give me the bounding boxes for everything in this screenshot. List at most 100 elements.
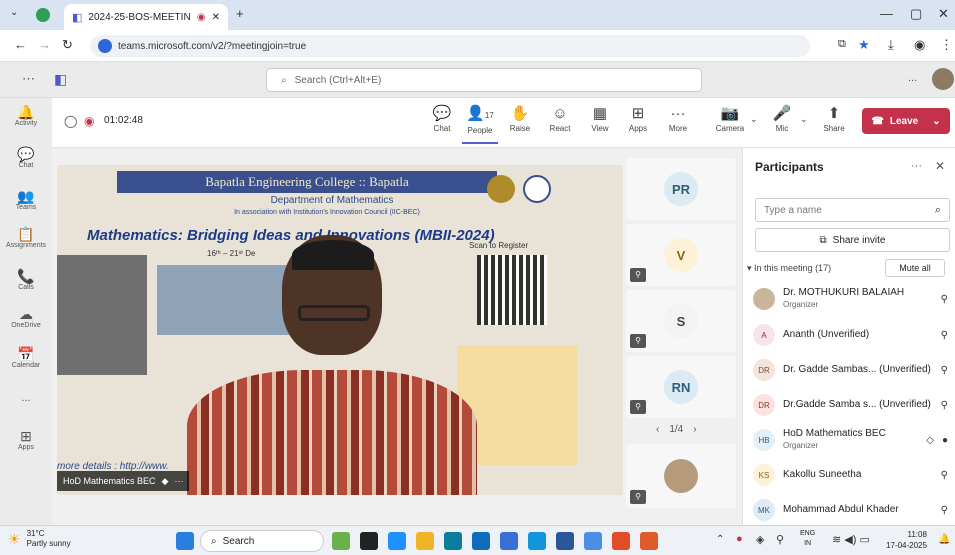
- panel-more-icon[interactable]: ···: [911, 160, 922, 172]
- app-icon[interactable]: [612, 532, 630, 550]
- leave-chevron-icon[interactable]: ⌄: [932, 116, 940, 127]
- install-app-icon[interactable]: ⧉: [838, 38, 846, 51]
- tab-menu-icon[interactable]: ⌄: [10, 7, 18, 18]
- tile-more-icon[interactable]: ···: [174, 476, 183, 486]
- pager-next-icon[interactable]: ›: [693, 424, 696, 435]
- download-icon[interactable]: ⤓: [888, 37, 894, 53]
- participant-tile[interactable]: RN ⚲: [626, 356, 736, 418]
- pin-icon[interactable]: ◆: [162, 476, 169, 487]
- browser-tab[interactable]: ◧ 2024-25-BOS-MEETING ON ◉ ✕: [64, 4, 228, 30]
- app-launcher-icon[interactable]: ⋯: [22, 71, 35, 87]
- tray-app-icon[interactable]: ⚲: [776, 533, 784, 546]
- tab-close-icon[interactable]: ✕: [212, 12, 220, 23]
- app-icon[interactable]: [360, 532, 378, 550]
- participant-row[interactable]: HB HoD Mathematics BEC Organizer ◇ ●: [753, 423, 948, 457]
- participant-search-input[interactable]: Type a name ⌕: [755, 198, 950, 222]
- rail-item-calendar[interactable]: 📅 Calendar: [0, 346, 52, 369]
- mic-options-chevron-icon[interactable]: ⌄: [800, 114, 808, 125]
- participant-tile[interactable]: V ⚲: [626, 224, 736, 286]
- rail-item-apps[interactable]: ⊞ Apps: [0, 428, 52, 451]
- rail-item-assignments[interactable]: 📋 Assignments: [0, 226, 52, 249]
- apps-button[interactable]: ⊞ Apps: [620, 104, 656, 133]
- participant-row[interactable]: MK Mohammad Abdul Khader ⚲: [753, 493, 948, 527]
- chat-button[interactable]: 💬 Chat: [424, 104, 460, 133]
- tray-app-icon[interactable]: ●: [736, 533, 743, 545]
- pin-icon[interactable]: ◇: [926, 435, 934, 446]
- avatar: S: [664, 304, 698, 338]
- search-input[interactable]: ⌕ Search (Ctrl+Alt+E): [266, 68, 702, 92]
- start-icon[interactable]: [176, 532, 194, 550]
- camera-button[interactable]: 📷 Camera: [712, 104, 748, 133]
- bookmark-star-icon[interactable]: ★: [858, 37, 870, 53]
- main-video[interactable]: Bapatla Engineering College :: Bapatla D…: [57, 165, 623, 495]
- meeting-section-toggle[interactable]: ▾ In this meeting (17): [747, 263, 831, 274]
- edge-icon[interactable]: [444, 532, 462, 550]
- rail-item-calls[interactable]: 📞 Calls: [0, 268, 52, 291]
- taskbar-search[interactable]: ⌕ Search: [200, 530, 324, 552]
- react-button[interactable]: ☺ React: [542, 104, 578, 133]
- maximize-button[interactable]: ▢: [910, 6, 922, 22]
- view-button[interactable]: ▦ View: [582, 104, 618, 133]
- forward-icon[interactable]: →: [38, 37, 51, 52]
- participant-row[interactable]: DR Dr.Gadde Samba s... (Unverified) ⚲: [753, 388, 948, 422]
- more-options-icon[interactable]: ...: [908, 72, 917, 84]
- avatar: KS: [753, 464, 775, 486]
- more-button[interactable]: ··· More: [660, 104, 696, 133]
- participant-tile[interactable]: S ⚲: [626, 290, 736, 352]
- raise-hand-button[interactable]: ✋ Raise: [502, 104, 538, 133]
- reload-icon[interactable]: ↻: [62, 37, 73, 53]
- app-icon[interactable]: [500, 532, 518, 550]
- minimize-button[interactable]: —: [880, 6, 893, 21]
- rail-item-chat[interactable]: 💬 Chat: [0, 146, 52, 169]
- site-info-icon[interactable]: [98, 39, 112, 53]
- app-icon[interactable]: [556, 532, 574, 550]
- browser-menu-icon[interactable]: ⋮: [940, 37, 953, 53]
- camera-options-chevron-icon[interactable]: ⌄: [750, 114, 758, 125]
- share-invite-button[interactable]: ⧉ Share invite: [755, 228, 950, 252]
- weather-widget[interactable]: ☀ 31°C Partly sunny: [8, 529, 71, 549]
- participant-row[interactable]: DR Dr. Gadde Sambas... (Unverified) ⚲: [753, 353, 948, 387]
- share-button[interactable]: ⬆ Share: [816, 104, 852, 133]
- participant-row[interactable]: A Ananth (Unverified) ⚲: [753, 318, 948, 352]
- back-icon[interactable]: ←: [14, 37, 27, 52]
- wifi-volume-battery-icon[interactable]: ≋ ◀) ▭: [832, 533, 870, 546]
- panel-title: Participants: [755, 160, 824, 174]
- profile-icon[interactable]: [36, 8, 50, 22]
- app-icon[interactable]: [472, 532, 490, 550]
- close-window-button[interactable]: ✕: [938, 6, 949, 22]
- notification-bell-icon[interactable]: 🔔: [938, 534, 950, 545]
- panel-close-icon[interactable]: ✕: [935, 159, 945, 173]
- new-tab-button[interactable]: +: [236, 6, 244, 21]
- user-avatar[interactable]: [932, 68, 954, 90]
- mic-off-icon: ⚲: [940, 364, 948, 376]
- tray-chevron-icon[interactable]: ⌃: [716, 534, 724, 545]
- account-icon[interactable]: ◉: [914, 37, 925, 53]
- leave-button[interactable]: ☎ Leave ⌄: [862, 108, 950, 134]
- pager-prev-icon[interactable]: ‹: [656, 424, 659, 435]
- app-icon[interactable]: [388, 532, 406, 550]
- rail-item-teams[interactable]: 👥 Teams: [0, 188, 52, 211]
- app-icon[interactable]: [528, 532, 546, 550]
- app-icon[interactable]: [332, 532, 350, 550]
- clock[interactable]: 11:08 17-04-2025: [886, 529, 927, 551]
- rail-item-activity[interactable]: 🔔 Activity: [0, 104, 52, 127]
- phone-hangup-icon: ☎: [871, 115, 884, 127]
- participant-row[interactable]: Dr. MOTHUKURI BALAIAH Organizer ⚲: [753, 282, 948, 316]
- mute-all-button[interactable]: Mute all: [885, 259, 945, 277]
- url-field[interactable]: teams.microsoft.com/v2/?meetingjoin=true: [90, 35, 810, 57]
- app-icon[interactable]: [640, 532, 658, 550]
- mic-button[interactable]: 🎤 Mic: [764, 104, 800, 133]
- tray-app-icon[interactable]: ◈: [756, 533, 764, 546]
- people-button[interactable]: 👤17 People: [462, 104, 498, 144]
- file-explorer-icon[interactable]: [416, 532, 434, 550]
- participant-row[interactable]: KS Kakollu Suneetha ⚲: [753, 458, 948, 492]
- chrome-icon[interactable]: [584, 532, 602, 550]
- meeting-header: ◯ ◉ 01:02:48 💬 Chat 👤17 People ✋ Raise ☺ Rea…: [52, 98, 955, 148]
- language-indicator[interactable]: ENG IN: [800, 529, 815, 549]
- phone-icon: 📞: [17, 268, 35, 284]
- rail-item-more[interactable]: ...: [0, 392, 52, 404]
- participant-tile[interactable]: ⚲: [626, 444, 736, 508]
- participant-tile[interactable]: PR: [626, 158, 736, 220]
- rail-item-onedrive[interactable]: ☁ OneDrive: [0, 306, 52, 329]
- camera-off-icon: 📷: [720, 105, 740, 122]
